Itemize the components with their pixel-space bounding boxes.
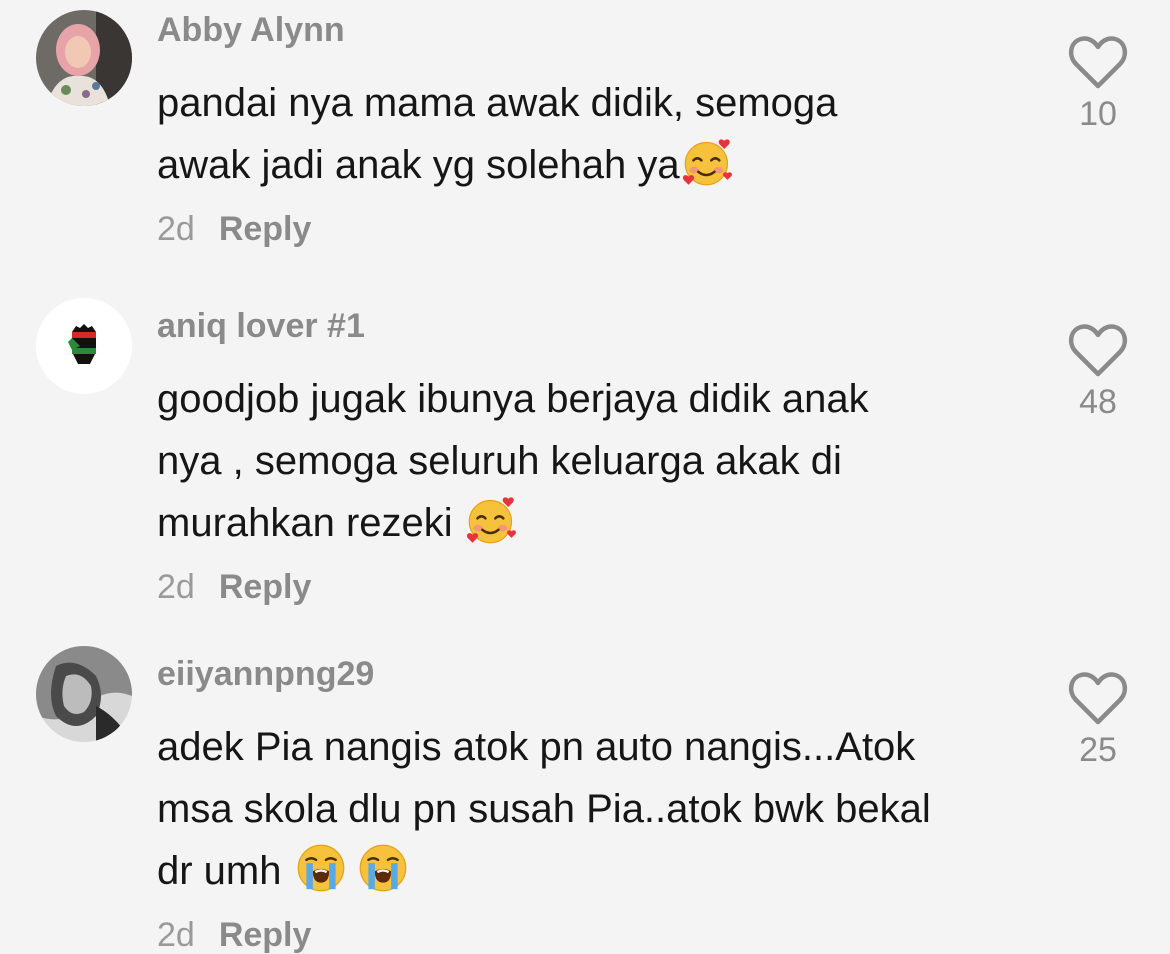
smiling-face-with-hearts-icon	[682, 136, 734, 188]
comment-meta: 2d Reply	[157, 914, 1037, 954]
heart-outline-icon[interactable]	[1068, 322, 1128, 378]
like-count: 25	[1079, 731, 1117, 769]
avatar[interactable]	[36, 646, 132, 742]
avatar-image	[36, 10, 132, 106]
loudly-crying-face-icon	[357, 842, 409, 894]
comment-text: goodjob jugak ibunya berjaya didik anak …	[157, 377, 869, 546]
comment-timestamp: 2d	[157, 568, 195, 606]
comment-username[interactable]: eiiyannpng29	[157, 654, 1037, 694]
comment-text: pandai nya mama awak didik, semoga awak …	[157, 81, 838, 188]
reply-button[interactable]: Reply	[219, 916, 312, 954]
comment-meta: 2d Reply	[157, 208, 1037, 250]
avatar-image	[36, 646, 132, 742]
avatar[interactable]	[36, 298, 132, 394]
smiling-face-with-hearts-icon	[466, 494, 518, 546]
heart-outline-icon[interactable]	[1068, 670, 1128, 726]
reply-button[interactable]: Reply	[219, 210, 312, 248]
like-control: 25	[1066, 670, 1130, 770]
comment-text: adek Pia nangis atok pn auto nangis...At…	[157, 725, 931, 894]
like-count: 10	[1079, 95, 1117, 133]
avatar-image	[36, 298, 132, 394]
comment-timestamp: 2d	[157, 916, 195, 954]
comment-meta: 2d Reply	[157, 566, 1037, 608]
loudly-crying-face-icon	[295, 842, 347, 894]
heart-outline-icon[interactable]	[1068, 34, 1128, 90]
comment-timestamp: 2d	[157, 210, 195, 248]
comment-username[interactable]: Abby Alynn	[157, 10, 1037, 50]
like-control: 48	[1066, 322, 1130, 422]
reply-button[interactable]: Reply	[219, 568, 312, 606]
like-control: 10	[1066, 34, 1130, 134]
avatar[interactable]	[36, 10, 132, 106]
like-count: 48	[1079, 383, 1117, 421]
comment-list: Abby Alynn pandai nya mama awak didik, s…	[0, 0, 1170, 954]
comment-username[interactable]: aniq lover #1	[157, 306, 1037, 346]
